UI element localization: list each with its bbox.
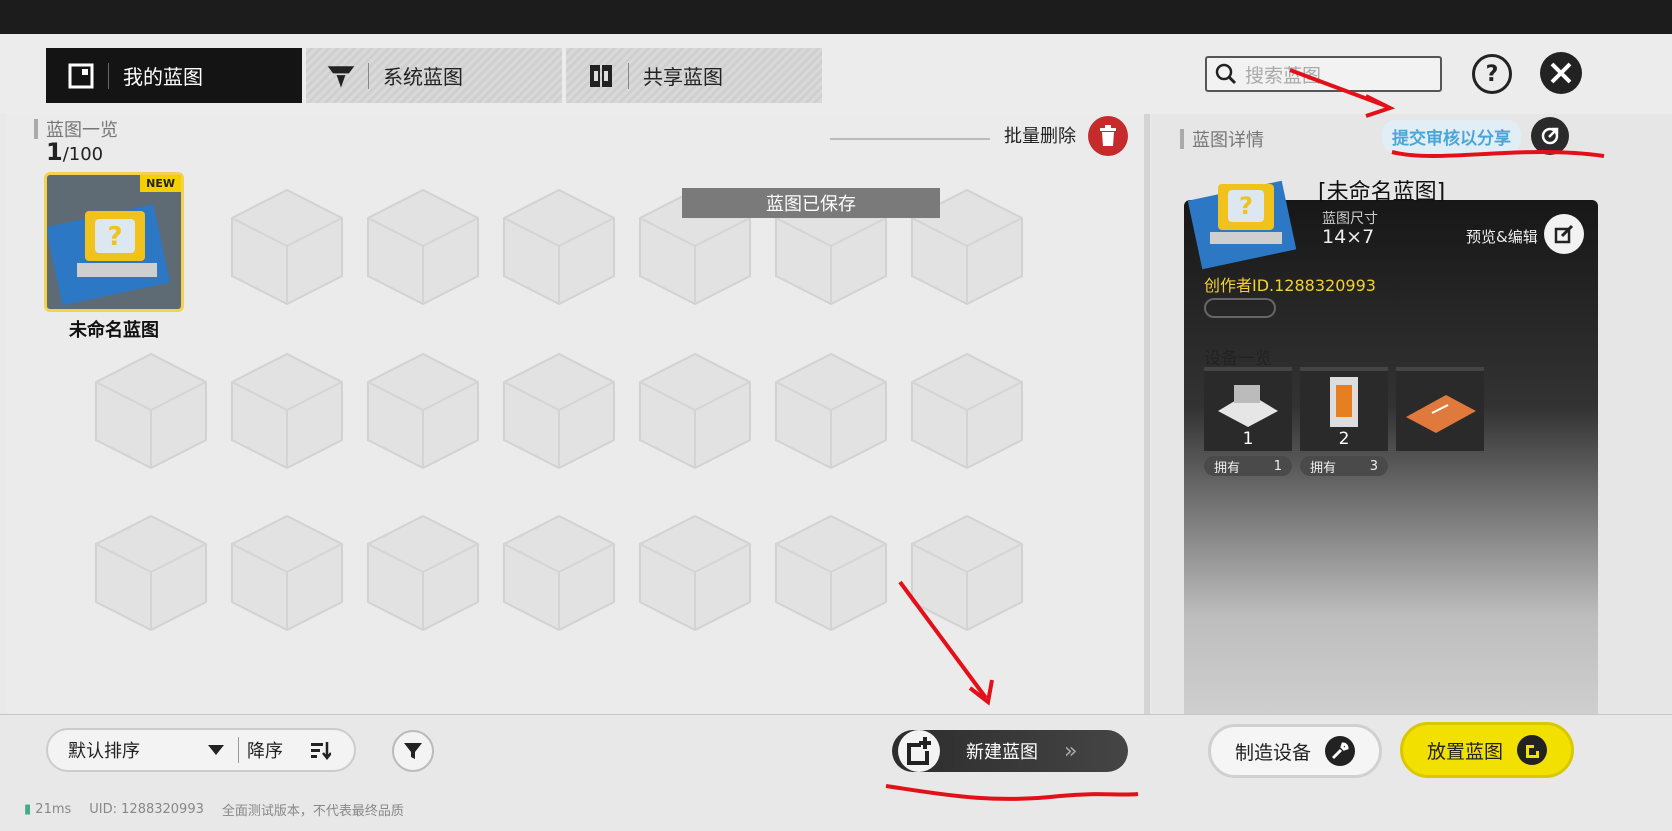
blueprint-screen: 我的蓝图 系统蓝图 共享蓝图 搜索蓝图 ? 蓝图一览 1/100 批量删除 ? … <box>0 34 1672 831</box>
red-annotation-marks <box>885 68 1605 801</box>
